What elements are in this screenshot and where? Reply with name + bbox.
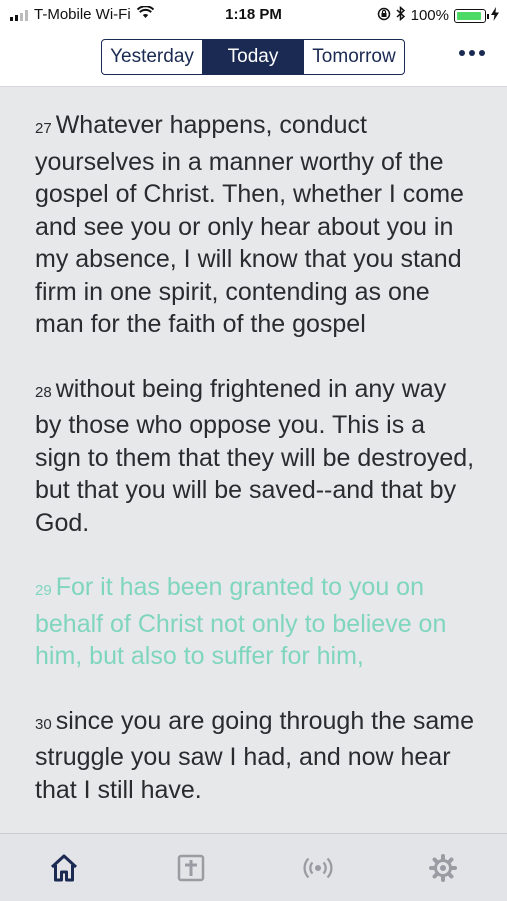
- verse-number: 28: [35, 383, 52, 401]
- verse-27: 27 Whatever happens, conduct yourselves i…: [35, 109, 477, 341]
- day-segmented-control: Yesterday Today Tomorrow: [101, 39, 405, 75]
- battery-icon: [454, 8, 489, 23]
- verse-number: 29: [35, 582, 52, 599]
- verse-30: 30 since you are going through the same s…: [35, 705, 477, 807]
- verse-text: Whatever happens, conduct yourselves in …: [35, 111, 464, 338]
- yesterday-tab[interactable]: Yesterday: [102, 40, 203, 74]
- battery-percent: 100%: [410, 7, 449, 24]
- reading-content: 27 Whatever happens, conduct yourselves i…: [0, 87, 507, 833]
- verse-29: 29 For it has been granted to you on beha…: [35, 571, 477, 673]
- verse-28: 28 without being frightened in any way by…: [35, 373, 477, 540]
- home-icon[interactable]: [48, 852, 80, 884]
- verse-text: since you are going through the same str…: [35, 706, 475, 804]
- app-header: Yesterday Today Tomorrow: [0, 30, 507, 87]
- charging-icon: [491, 6, 499, 25]
- status-bar: T-Mobile Wi-Fi 1:18 PM 100%: [0, 0, 507, 30]
- broadcast-icon[interactable]: [302, 852, 334, 884]
- status-right: 100%: [377, 5, 499, 25]
- bible-icon[interactable]: [175, 852, 207, 884]
- more-horizontal-icon[interactable]: [459, 50, 485, 56]
- bottom-tab-bar: [0, 833, 507, 901]
- tomorrow-tab[interactable]: Tomorrow: [304, 40, 404, 74]
- verse-number: 27: [35, 120, 52, 137]
- orientation-lock-icon: [377, 7, 391, 25]
- verse-text: without being frightened in any way by t…: [35, 374, 475, 537]
- today-tab[interactable]: Today: [203, 40, 304, 74]
- verse-number: 30: [35, 715, 52, 733]
- bluetooth-icon: [396, 5, 406, 25]
- verse-text: For it has been granted to you on behalf…: [35, 573, 447, 670]
- gear-icon[interactable]: [427, 852, 459, 884]
